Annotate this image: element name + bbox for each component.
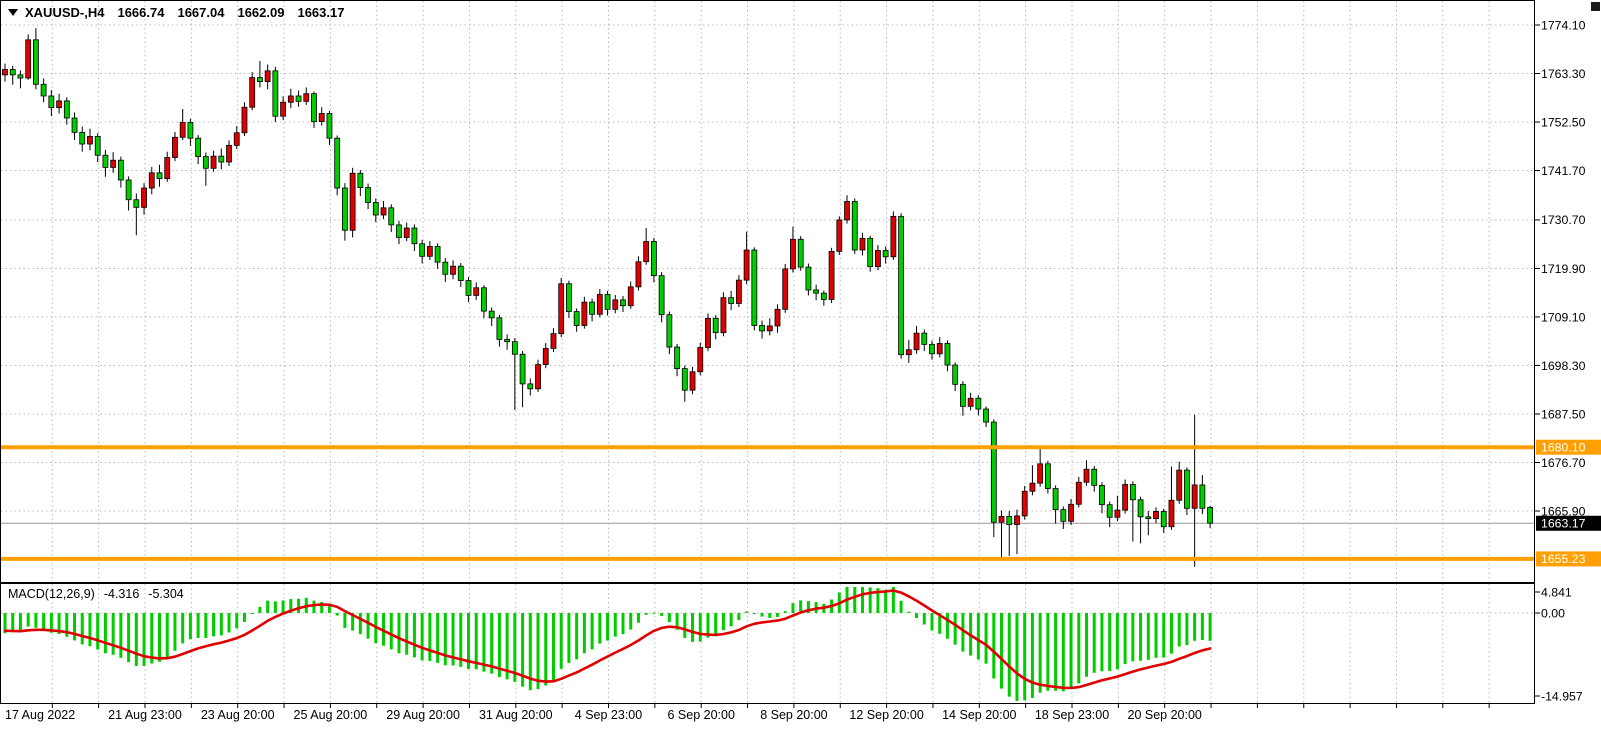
macd-value: -4.316 <box>104 587 139 601</box>
symbol-dropdown-icon[interactable] <box>8 9 18 16</box>
quote-open: 1666.74 <box>117 5 164 20</box>
macd-plot-area[interactable] <box>0 583 1535 704</box>
macd-indicator-label: MACD(12,26,9) <box>8 587 95 601</box>
time-axis-area[interactable] <box>0 704 1601 730</box>
quote-low: 1662.09 <box>237 5 284 20</box>
quote-high: 1667.04 <box>177 5 224 20</box>
chart-canvas: 1774.101763.301752.501741.701730.701719.… <box>0 0 1601 730</box>
symbol-timeframe-label: XAUUSD-,H4 <box>25 5 104 20</box>
window-corner-decoration <box>1591 2 1600 11</box>
quote-close: 1663.17 <box>297 5 344 20</box>
chart-plot-area[interactable] <box>0 0 1535 583</box>
macd-header: MACD(12,26,9) -4.316 -5.304 <box>8 587 184 601</box>
price-axis-area[interactable] <box>1535 0 1601 704</box>
quote-header: XAUUSD-,H4 1666.74 1667.04 1662.09 1663.… <box>8 5 344 20</box>
trading-chart-window: 1774.101763.301752.501741.701730.701719.… <box>0 0 1601 730</box>
macd-signal-value: -5.304 <box>148 587 183 601</box>
